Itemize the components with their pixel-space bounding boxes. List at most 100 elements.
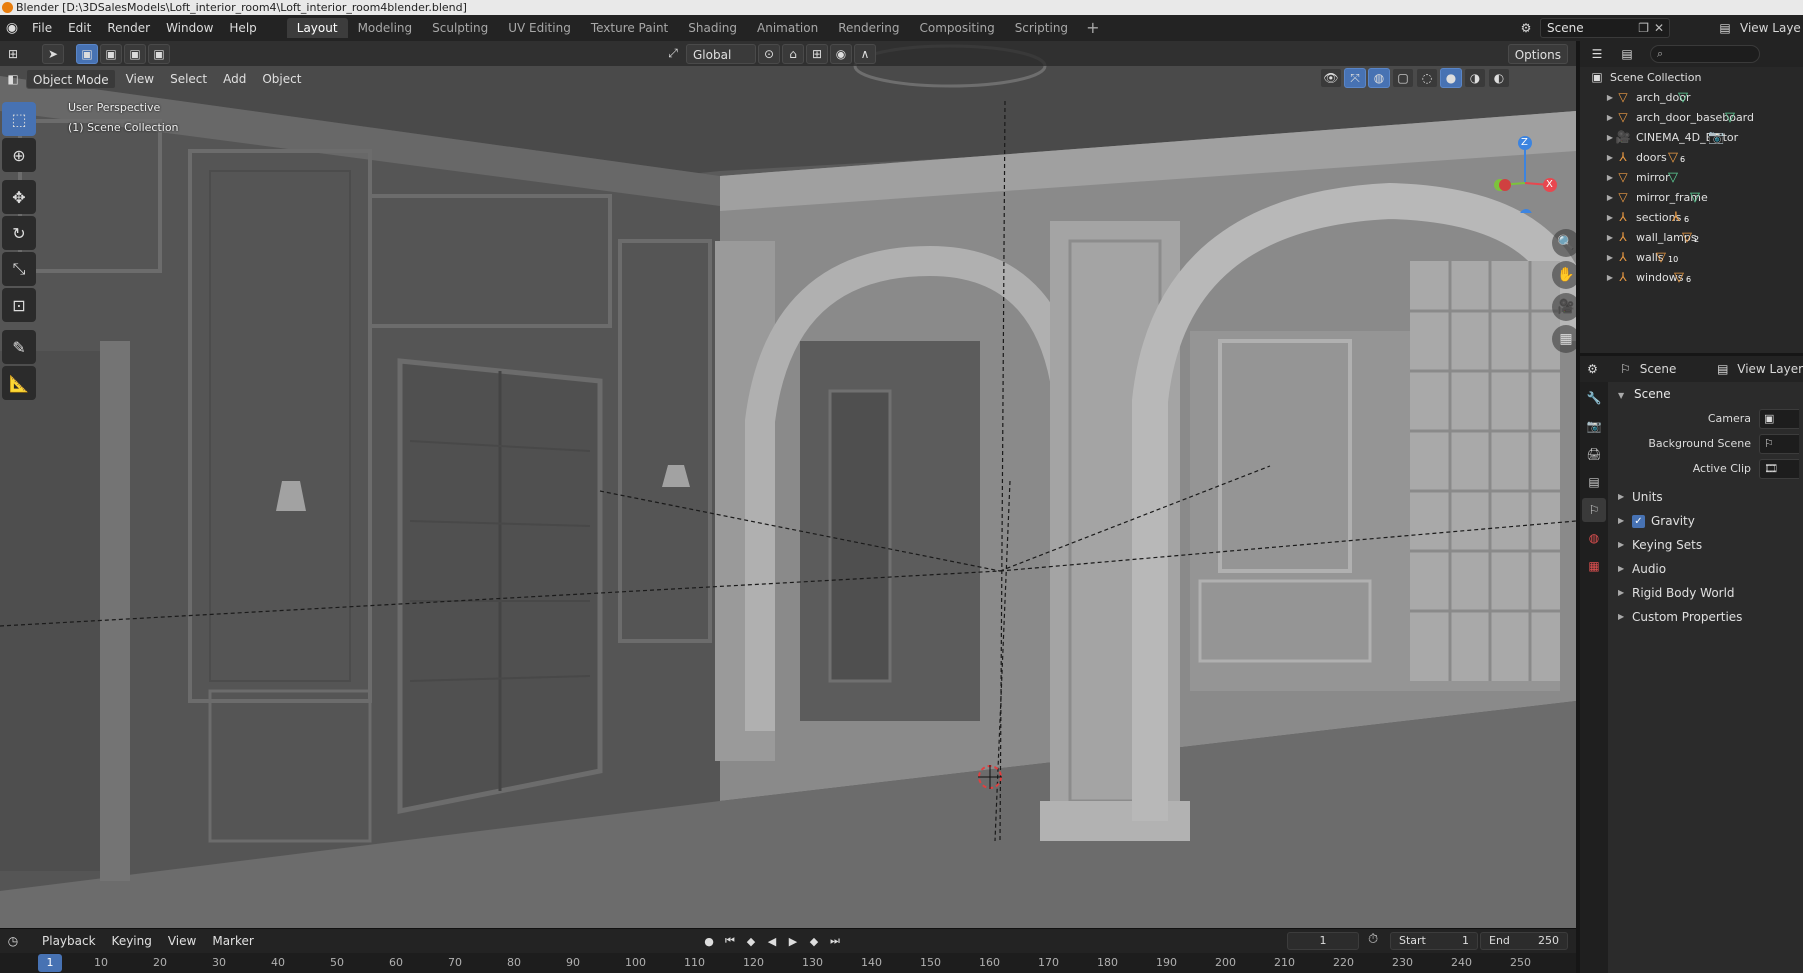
select-box-subtract-icon[interactable]: ▣ — [124, 43, 146, 64]
audio-panel[interactable]: ▶ Audio — [1608, 557, 1803, 581]
units-panel[interactable]: ▶ Units — [1608, 485, 1803, 509]
jump-end-icon[interactable]: ⏭ — [826, 932, 844, 950]
view-layer-tab-icon[interactable]: ▤ — [1582, 470, 1606, 494]
xray-icon[interactable]: ▢ — [1392, 68, 1414, 88]
overlays-icon[interactable]: ◍ — [1368, 68, 1390, 88]
mesh-icon[interactable]: ▽ — [1674, 270, 1684, 285]
annotate-tool-icon[interactable]: ✎ — [2, 330, 36, 364]
output-tab-icon[interactable]: 🖨 — [1582, 442, 1606, 466]
select-tool-icon[interactable]: ➤ — [42, 43, 64, 64]
orientation-icon[interactable]: ⤢ — [662, 44, 684, 64]
scene-tab-icon[interactable]: ⚐ — [1582, 498, 1606, 522]
gravity-checkbox[interactable]: ✓ — [1632, 514, 1645, 528]
navigation-gizmo[interactable]: Z X 🔍 ✋ 🎥 ▦ — [1470, 93, 1576, 353]
pivot-icon[interactable]: ⊙ — [758, 43, 780, 64]
3d-viewport[interactable]: ⊞ ➤ ▣ ▣ ▣ ▣ ⤢ Global ⊙ ⌂ ⊞ ◉ ∧ Options ◧… — [0, 41, 1576, 928]
rigid-body-world-panel[interactable]: ▶ Rigid Body World — [1608, 581, 1803, 605]
outliner-row[interactable]: ▶ 🎥 CINEMA_4D_Editor 📷 — [1580, 127, 1803, 147]
tab-scripting[interactable]: Scripting — [1005, 18, 1078, 38]
expand-arrow-icon[interactable]: ▶ — [1604, 153, 1616, 162]
outliner-row[interactable]: ▶ ▽ mirror ▽ — [1580, 167, 1803, 187]
menu-timeline-view[interactable]: View — [160, 931, 204, 951]
camera-field[interactable]: ▣ — [1759, 408, 1799, 429]
expand-arrow-icon[interactable]: ▶ — [1604, 253, 1616, 262]
outliner-row[interactable]: ▶ ▽ arch_door_baseboard ▽ — [1580, 107, 1803, 127]
blender-menu-icon[interactable]: ◉ — [0, 15, 24, 41]
tab-animation[interactable]: Animation — [747, 18, 828, 38]
expand-arrow-icon[interactable]: ▶ — [1604, 193, 1616, 202]
view-layer-label[interactable]: View Laye — [1740, 15, 1801, 41]
menu-edit[interactable]: Edit — [60, 15, 99, 41]
outliner-row[interactable]: ▶ ▽ mirror_frame ▽ — [1580, 187, 1803, 207]
transform-tool-icon[interactable]: ⊡ — [2, 288, 36, 322]
end-frame-field[interactable]: End 250 — [1480, 932, 1568, 950]
scene-collection-row[interactable]: ▣ Scene Collection — [1580, 67, 1803, 87]
tab-texture-paint[interactable]: Texture Paint — [581, 18, 678, 38]
keying-sets-panel[interactable]: ▶ Keying Sets — [1608, 533, 1803, 557]
pan-hand-icon[interactable]: ✋ — [1552, 261, 1576, 289]
add-workspace-button[interactable]: + — [1078, 18, 1107, 38]
snap-icon[interactable]: ⌂ — [782, 43, 804, 64]
menu-view[interactable]: View — [118, 69, 162, 89]
menu-help[interactable]: Help — [221, 15, 264, 41]
playhead-frame[interactable]: 1 — [38, 954, 62, 972]
mesh-data-icon[interactable]: ▽ — [1690, 190, 1700, 205]
falloff-icon[interactable]: ∧ — [854, 43, 876, 64]
view-layer-icon[interactable]: ▤ — [1714, 18, 1736, 38]
expand-arrow-icon[interactable]: ▶ — [1604, 213, 1616, 222]
tool-settings-tab-icon[interactable]: 🔧 — [1582, 386, 1606, 410]
expand-arrow-icon[interactable]: ▶ — [1604, 273, 1616, 282]
mode-icon[interactable]: ◧ — [2, 69, 24, 89]
outliner-search-input[interactable]: ⌕ — [1650, 45, 1760, 63]
outliner-row[interactable]: ▶ ⅄ sections ⅄ 6 — [1580, 207, 1803, 227]
copy-scene-icon[interactable]: ❐ — [1638, 19, 1649, 37]
menu-window[interactable]: Window — [158, 15, 221, 41]
scene-render[interactable] — [0, 41, 1576, 928]
record-icon[interactable]: ● — [700, 932, 718, 950]
outliner-editor-type-icon[interactable]: ☰ — [1586, 44, 1608, 64]
display-mode-icon[interactable]: ▤ — [1616, 44, 1638, 64]
menu-playback[interactable]: Playback — [34, 931, 104, 951]
menu-file[interactable]: File — [24, 15, 60, 41]
menu-marker[interactable]: Marker — [204, 931, 261, 951]
material-shading-icon[interactable]: ◑ — [1464, 68, 1486, 88]
move-tool-icon[interactable]: ✥ — [2, 180, 36, 214]
timeline-editor-type-icon[interactable]: ◷ — [2, 931, 24, 951]
active-clip-field[interactable]: 🎞 — [1759, 458, 1799, 479]
texture-tab-icon[interactable]: ▦ — [1582, 554, 1606, 578]
visibility-icon[interactable]: 👁 — [1320, 68, 1342, 88]
tab-sculpting[interactable]: Sculpting — [422, 18, 498, 38]
outliner-row[interactable]: ▶ ▽ arch_door ▽ — [1580, 87, 1803, 107]
world-tab-icon[interactable]: ◍ — [1582, 526, 1606, 550]
start-frame-field[interactable]: Start 1 — [1390, 932, 1478, 950]
rotate-tool-icon[interactable]: ↻ — [2, 216, 36, 250]
editor-type-icon[interactable]: ⊞ — [2, 44, 24, 64]
play-reverse-icon[interactable]: ◀ — [763, 932, 781, 950]
properties-editor-type-icon[interactable]: ⚙ — [1584, 359, 1601, 379]
prev-keyframe-icon[interactable]: ◆ — [742, 932, 760, 950]
menu-render[interactable]: Render — [99, 15, 158, 41]
mode-dropdown[interactable]: Object Mode — [26, 68, 116, 89]
tab-modeling[interactable]: Modeling — [348, 18, 423, 38]
scene-panel[interactable]: ▼ Scene — [1608, 382, 1803, 406]
close-icon[interactable]: ✕ — [1654, 19, 1664, 37]
menu-object[interactable]: Object — [254, 69, 309, 89]
mesh-data-icon[interactable]: ▽ — [1678, 90, 1688, 105]
expand-arrow-icon[interactable]: ▶ — [1604, 93, 1616, 102]
scene-name-field[interactable]: Scene ❐ ✕ — [1540, 18, 1670, 38]
gravity-panel[interactable]: ▶ ✓ Gravity — [1608, 509, 1803, 533]
empty-icon[interactable]: ⅄ — [1672, 210, 1680, 225]
select-box-new-icon[interactable]: ▣ — [76, 43, 98, 64]
snap-target-icon[interactable]: ⊞ — [806, 43, 828, 64]
mesh-data-icon[interactable]: ▽ — [1668, 170, 1678, 185]
custom-properties-panel[interactable]: ▶ Custom Properties — [1608, 605, 1803, 629]
select-box-extend-icon[interactable]: ▣ — [100, 43, 122, 64]
expand-arrow-icon[interactable]: ▶ — [1604, 233, 1616, 242]
gizmo-toggle-icon[interactable]: ⤧ — [1344, 68, 1366, 88]
camera-data-icon[interactable]: 📷 — [1708, 130, 1724, 145]
expand-arrow-icon[interactable]: ▶ — [1604, 113, 1616, 122]
menu-keying[interactable]: Keying — [104, 931, 160, 951]
mesh-icon[interactable]: ▽ — [1656, 250, 1666, 265]
jump-start-icon[interactable]: ⏮ — [721, 932, 739, 950]
menu-select[interactable]: Select — [162, 69, 215, 89]
